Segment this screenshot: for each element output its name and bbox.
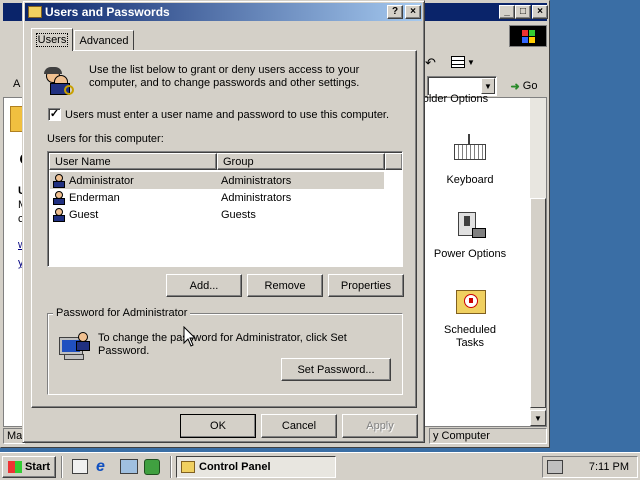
users-list-label: Users for this computer: <box>47 133 164 145</box>
apply-label: Apply <box>366 420 394 432</box>
help-button[interactable]: ? <box>387 5 403 19</box>
mouse-cursor-icon <box>183 326 197 347</box>
dialog-titlebar[interactable]: Users and Passwords ? × <box>25 3 422 21</box>
tab-users[interactable]: Users <box>31 28 73 51</box>
user-name: Guest <box>69 208 99 221</box>
go-arrow-icon: ➜ <box>510 80 520 93</box>
chevron-down-icon: ▼ <box>467 57 475 67</box>
cp-views-button[interactable]: ▼ <box>451 53 481 71</box>
start-label: Start <box>24 461 51 473</box>
cp-minimize-button[interactable]: _ <box>499 5 515 19</box>
users-and-passwords-dialog: Users and Passwords ? × Users Advanced U… <box>22 0 425 443</box>
go-label: Go <box>522 80 538 92</box>
column-header-username[interactable]: User Name <box>49 153 217 170</box>
users-keys-icon <box>44 65 76 97</box>
user-row-administrator[interactable]: Administrator Administrators <box>50 172 384 189</box>
cp-vertical-scrollbar[interactable]: ▼ <box>530 98 546 426</box>
apply-button[interactable]: Apply <box>342 414 418 438</box>
ok-button[interactable]: OK <box>180 414 256 438</box>
user-group: Administrators <box>221 174 292 187</box>
taskbar: Start e Control Panel 7:11 PM <box>0 452 640 480</box>
cp-back-arrow-icon[interactable]: ↶ <box>425 55 436 71</box>
control-panel-icon <box>181 461 195 473</box>
column-group-label: Group <box>223 155 254 168</box>
task-control-panel[interactable]: Control Panel <box>176 456 336 478</box>
cp-item-label: Scheduled Tasks <box>444 324 496 349</box>
password-groupbox: Password for Administrator To change the… <box>47 307 403 395</box>
task-label: Control Panel <box>199 461 271 473</box>
pw-instruction-text: To change the password for Administrator… <box>98 332 347 357</box>
cp-close-button[interactable]: × <box>532 5 548 19</box>
quicklaunch-media-icon[interactable] <box>144 459 160 475</box>
cp-item-scheduled-tasks[interactable]: Scheduled Tasks <box>424 284 516 350</box>
quicklaunch-network-icon[interactable] <box>120 459 138 474</box>
pw-group-label: Password for Administrator <box>53 307 191 319</box>
go-button[interactable]: ➜ Go <box>503 76 545 96</box>
cp-address-prefix: A <box>13 78 21 90</box>
tab-advanced[interactable]: Advanced <box>74 30 134 50</box>
taskbar-separator <box>61 456 63 478</box>
network-tray-icon[interactable] <box>547 460 563 474</box>
close-button[interactable]: × <box>405 5 421 19</box>
set-password-label: Set Password... <box>297 363 375 376</box>
user-group: Administrators <box>221 191 292 204</box>
user-name: Enderman <box>69 191 120 204</box>
remove-user-button[interactable]: Remove <box>247 274 323 297</box>
system-tray: 7:11 PM <box>542 456 638 478</box>
tab-advanced-label: Advanced <box>79 34 129 47</box>
column-header-group[interactable]: Group <box>217 153 385 170</box>
start-button[interactable]: Start <box>2 456 56 478</box>
intro-text: Use the list below to grant or deny user… <box>89 64 360 89</box>
properties-label: Properties <box>340 279 392 292</box>
quicklaunch-desktop-icon[interactable] <box>72 459 88 474</box>
remove-label: Remove <box>264 279 306 292</box>
windows-flag-icon <box>7 461 22 473</box>
cp-maximize-button[interactable]: □ <box>515 5 531 19</box>
scroll-down-button[interactable]: ▼ <box>530 410 546 426</box>
folder-options-partial: Folder Options <box>416 93 489 105</box>
user-name: Administrator <box>69 174 134 187</box>
cancel-button[interactable]: Cancel <box>261 414 337 438</box>
keyboard-icon <box>452 134 488 170</box>
cancel-label: Cancel <box>281 420 317 432</box>
computer-user-icon <box>59 330 92 362</box>
properties-button[interactable]: Properties <box>328 274 404 297</box>
users-listview[interactable]: User Name Group Administrator Administra… <box>47 151 403 267</box>
require-password-label[interactable]: Users must enter a user name and passwor… <box>65 109 389 122</box>
cp-item-label: Power Options <box>433 248 507 260</box>
user-row-enderman[interactable]: Enderman Administrators <box>50 189 384 206</box>
cp-item-label: Keyboard <box>446 174 494 186</box>
scheduled-tasks-icon <box>452 284 488 320</box>
dialog-app-icon <box>28 6 42 18</box>
tab-users-label: Users <box>35 33 69 47</box>
cp-windows-logo <box>509 25 547 47</box>
quicklaunch-ie-icon[interactable]: e <box>96 459 112 475</box>
require-password-checkbox[interactable]: ✓ <box>48 108 61 121</box>
address-dropdown-button[interactable]: ▼ <box>481 78 495 94</box>
power-options-icon <box>452 208 488 244</box>
add-label: Add... <box>189 279 219 292</box>
user-icon <box>52 173 66 188</box>
views-icon <box>451 56 465 68</box>
add-user-button[interactable]: Add... <box>166 274 242 297</box>
column-header-filler <box>385 153 402 170</box>
user-icon <box>52 207 66 222</box>
user-group: Guests <box>221 208 256 221</box>
taskbar-separator <box>170 456 172 478</box>
scroll-thumb[interactable] <box>530 198 546 408</box>
user-icon <box>52 190 66 205</box>
column-username-label: User Name <box>55 155 111 168</box>
status-right: y Computer <box>429 428 547 444</box>
user-row-guest[interactable]: Guest Guests <box>50 206 384 223</box>
set-password-button[interactable]: Set Password... <box>281 358 391 381</box>
dialog-title: Users and Passwords <box>45 5 170 19</box>
cp-item-power-options[interactable]: Power Options <box>424 208 516 261</box>
cp-item-keyboard[interactable]: Keyboard <box>424 134 516 187</box>
clock[interactable]: 7:11 PM <box>589 461 629 473</box>
ok-label: OK <box>210 420 226 432</box>
